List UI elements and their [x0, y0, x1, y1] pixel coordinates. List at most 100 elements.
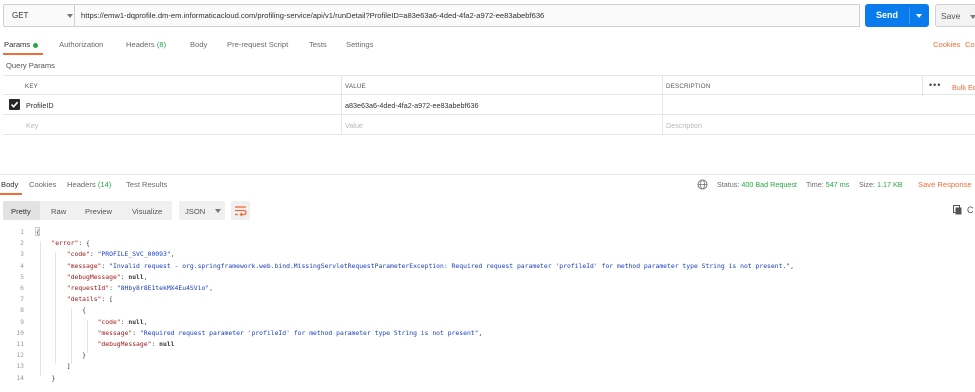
tab-pre-request-script[interactable]: Pre-request Script [227, 40, 288, 49]
pane-divider[interactable] [0, 174, 975, 175]
tab-settings[interactable]: Settings [346, 40, 373, 49]
method-label: GET [12, 11, 29, 20]
status-value: 400 Bad Request [741, 180, 797, 189]
tab-count: (14) [97, 180, 112, 189]
format-select[interactable]: JSON [179, 201, 225, 220]
line-number: 11 [16, 340, 24, 348]
chevron-down-icon [215, 209, 221, 213]
response-view-bar: Pretty Raw Preview Visualize JSON C [0, 201, 975, 221]
save-label: Save [941, 11, 961, 21]
line-number: 8 [20, 306, 24, 315]
table-row: ProfileID a83e63a6-4ded-4fa2-a972-ee83ab… [3, 95, 975, 115]
code-line: ] [36, 362, 71, 371]
bulk-edit-link[interactable]: Bulk Ed [952, 83, 975, 92]
tab-label: Headers [126, 40, 155, 49]
line-number: 6 [20, 284, 24, 292]
code-line: "code": null, [97, 317, 148, 326]
description-placeholder[interactable]: Description [666, 121, 702, 130]
column-header-key: KEY [25, 83, 38, 90]
send-dropdown-icon[interactable] [916, 14, 922, 18]
param-key[interactable]: ProfileID [26, 101, 54, 110]
status-readout: Status: 400 Bad Request [717, 180, 797, 189]
time-label: Time: [806, 180, 824, 189]
tab-label: Settings [346, 40, 374, 49]
response-body-editor[interactable]: 1 {2 "error": {3 "code": "PROFILE_SVC_000… [0, 226, 975, 392]
code-line: "code": "PROFILE_SVC_00093", [66, 250, 175, 259]
line-number: 12 [16, 351, 24, 360]
url-input[interactable]: https://emw1-dqprofile.dm-em.informatica… [74, 4, 860, 27]
tab-label: Params [4, 40, 31, 49]
column-divider [922, 76, 923, 96]
view-preview-button[interactable]: Preview [85, 201, 112, 220]
code-line: } [36, 373, 56, 382]
line-number: 5 [20, 272, 24, 281]
tab-tests[interactable]: Tests [309, 40, 327, 49]
indent-guide [40, 241, 41, 376]
tab-params[interactable]: Params [4, 40, 39, 49]
save-button[interactable]: Save [935, 4, 975, 27]
time-value: 547 ms [825, 180, 850, 189]
tab-body[interactable]: Body [190, 40, 207, 49]
request-tabs: Params Authorization Headers (8) Body Pr… [0, 36, 975, 55]
code-line: "debugMessage": null, [66, 272, 148, 281]
tab-response-cookies[interactable]: Cookies [29, 180, 56, 189]
table-header-row: KEY VALUE DESCRIPTION ••• Bulk Ed [3, 75, 975, 96]
save-response-button[interactable]: Save Response [918, 180, 972, 189]
indent-guide [87, 319, 88, 354]
indent-guide [55, 252, 56, 365]
code-line: "message": "Invalid request - org.spring… [66, 261, 794, 270]
globe-icon[interactable] [697, 179, 708, 190]
tab-label: Authorization [59, 40, 104, 49]
tab-authorization[interactable]: Authorization [59, 40, 103, 49]
view-pretty-button[interactable]: Pretty [3, 201, 40, 220]
status-label: Status: [717, 180, 740, 189]
method-select[interactable]: GET [3, 4, 75, 27]
tab-headers[interactable]: Headers (8) [126, 40, 166, 49]
send-label: Send [876, 10, 899, 20]
tab-label: Tests [309, 40, 327, 49]
checkmark-icon [10, 101, 19, 108]
line-number: 2 [20, 239, 24, 248]
tab-test-results[interactable]: Test Results [126, 180, 167, 189]
active-tab-underline [0, 193, 22, 195]
line-number: 7 [20, 295, 24, 304]
tab-response-body[interactable]: Body [1, 180, 18, 189]
line-number: 13 [16, 362, 24, 371]
wrap-lines-button[interactable] [231, 201, 250, 220]
size-label: Size: [859, 180, 875, 189]
view-visualize-button[interactable]: Visualize [132, 201, 162, 220]
url-text: https://emw1-dqprofile.dm-em.informatica… [81, 11, 545, 20]
more-options-icon[interactable]: ••• [929, 80, 941, 90]
line-number: 9 [20, 317, 24, 326]
chevron-down-icon [67, 14, 73, 18]
copy-icon[interactable] [953, 205, 962, 215]
column-divider [662, 95, 663, 115]
view-raw-button[interactable]: Raw [51, 201, 66, 220]
bracket-match-highlight [35, 227, 40, 236]
code-line: "message": "Required request parameter '… [97, 328, 483, 337]
code-link[interactable]: Co [965, 40, 975, 49]
cookies-link[interactable]: Cookies [933, 40, 960, 49]
line-number: 1 [20, 228, 24, 236]
query-params-title: Query Params [6, 61, 55, 70]
tab-response-headers[interactable]: Headers (14) [67, 180, 111, 189]
column-header-value: VALUE [345, 83, 366, 90]
code-line: "error": { [51, 239, 90, 248]
code-line: "details": [ [66, 295, 113, 304]
search-icon[interactable]: C [967, 205, 974, 215]
column-header-description: DESCRIPTION [666, 83, 711, 90]
save-dropdown-icon[interactable] [970, 15, 975, 19]
format-label: JSON [185, 207, 206, 216]
send-button[interactable]: Send [865, 4, 929, 27]
table-row: Key Value Description [3, 115, 975, 135]
send-divider [909, 7, 910, 24]
tab-label: Pre-request Script [227, 40, 289, 49]
indent-guide [71, 308, 72, 365]
line-number: 10 [16, 328, 24, 337]
value-placeholder[interactable]: Value [345, 121, 363, 130]
tab-label: Headers [67, 180, 96, 189]
param-checkbox[interactable] [9, 99, 20, 110]
param-value[interactable]: a83e63a6-4ded-4fa2-a972-ee83abebf636 [345, 101, 479, 110]
key-placeholder[interactable]: Key [26, 121, 38, 130]
code-line: } [36, 351, 87, 360]
